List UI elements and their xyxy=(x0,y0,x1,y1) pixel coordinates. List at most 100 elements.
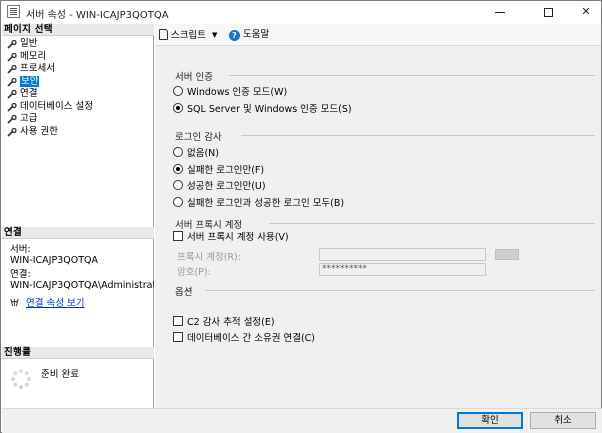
login-audit-title: 로그인 감사 xyxy=(175,132,222,143)
page-item-label: 프로세서 xyxy=(20,63,55,74)
minimize-icon xyxy=(495,11,505,13)
page-item-database-settings[interactable]: 데이터베이스 설정 xyxy=(5,101,153,114)
server-value: WIN-ICAJP3QOTQA xyxy=(10,255,98,266)
option-label: 실패한 로그인과 성공한 로그인 모두(B) xyxy=(187,198,345,209)
connection-info: 서버: WIN-ICAJP3QOTQA 연결: WIN-ICAJP3QOTQA\… xyxy=(10,244,154,291)
wrench-icon xyxy=(7,65,17,74)
connection-properties-icon xyxy=(10,298,19,307)
radio-button[interactable] xyxy=(173,86,183,96)
option-label: SQL Server 및 Windows 인증 모드(S) xyxy=(187,104,352,115)
cross-db-ownership-checkbox[interactable]: 데이터베이스 간 소유권 연결(C) xyxy=(173,332,315,345)
wrench-icon xyxy=(7,40,17,49)
checkbox[interactable] xyxy=(173,316,183,326)
script-icon xyxy=(159,29,168,40)
script-button[interactable]: 스크립트 ▼ xyxy=(159,28,217,42)
wrench-icon xyxy=(7,77,17,87)
enable-proxy-checkbox[interactable]: 서버 프록시 계정 사용(V) xyxy=(173,231,289,244)
progress-status: 준비 완료 xyxy=(41,369,79,380)
option-label: 없음(N) xyxy=(187,148,219,159)
server-auth-title: 서버 인증 xyxy=(175,72,213,83)
title-bar: 서버 속성 - WIN-ICAJP3QOTQA ✕ xyxy=(1,1,601,23)
sql-windows-auth-radio[interactable]: SQL Server 및 Windows 인증 모드(S) xyxy=(173,103,352,116)
audit-successful-radio[interactable]: 성공한 로그인만(U) xyxy=(173,180,266,193)
ok-button[interactable]: 확인 xyxy=(457,412,523,429)
page-item-label: 메모리 xyxy=(20,50,47,62)
page-item-label: 일반 xyxy=(20,38,38,49)
option-label: Windows 인증 모드(W) xyxy=(187,87,288,98)
wrench-icon xyxy=(7,115,17,124)
connection-label: 연결: xyxy=(10,269,31,280)
right-panel: 스크립트 ▼ ? 도움말 서버 인증 Windows 인증 모드(W) SQL Se… xyxy=(155,24,601,408)
dropdown-arrow-icon[interactable]: ▼ xyxy=(212,28,217,42)
option-label: C2 감사 추적 설정(E) xyxy=(187,317,275,328)
spinner-icon xyxy=(11,369,31,389)
options-title: 옵션 xyxy=(175,287,193,298)
app-icon xyxy=(7,5,20,18)
radio-button[interactable] xyxy=(173,164,183,174)
script-label: 스크립트 xyxy=(171,30,206,41)
server-label: 서버: xyxy=(10,244,31,255)
c2-audit-checkbox[interactable]: C2 감사 추적 설정(E) xyxy=(173,316,275,329)
help-label: 도움말 xyxy=(243,29,270,40)
checkbox[interactable] xyxy=(173,231,183,241)
windows-auth-radio[interactable]: Windows 인증 모드(W) xyxy=(173,86,287,99)
help-button[interactable]: ? 도움말 xyxy=(229,28,269,42)
checkbox[interactable] xyxy=(173,332,183,342)
option-label: 성공한 로그인만(U) xyxy=(187,181,266,192)
page-item-label: 연결 xyxy=(20,88,38,99)
page-item-general[interactable]: 일반 xyxy=(5,38,153,51)
proxy-title: 서버 프록시 계정 xyxy=(175,220,243,231)
audit-failed-radio[interactable]: 실패한 로그인만(F) xyxy=(173,164,264,177)
page-item-memory[interactable]: 메모리 xyxy=(5,51,153,64)
audit-none-radio[interactable]: 없음(N) xyxy=(173,147,219,160)
page-item-permissions[interactable]: 사용 권한 xyxy=(5,126,153,139)
page-item-security[interactable]: 보안 xyxy=(5,75,153,89)
minimize-button[interactable] xyxy=(483,1,517,23)
wrench-icon xyxy=(7,90,17,99)
page-item-connections[interactable]: 연결 xyxy=(5,88,153,101)
toolbar: 스크립트 ▼ ? 도움말 xyxy=(155,24,601,46)
window-title: 서버 속성 - WIN-ICAJP3QOTQA xyxy=(26,10,169,21)
left-panel: 페이지 선택 일반 메모리 프로세서 보안 연결 데이터베이스 설정 고급 사용… xyxy=(2,24,154,408)
maximize-button[interactable] xyxy=(531,1,565,23)
page-item-label: 사용 권한 xyxy=(20,125,58,137)
view-connection-properties-link[interactable]: 연결 속성 보기 xyxy=(26,298,84,309)
page-item-advanced[interactable]: 고급 xyxy=(5,113,153,126)
group-divider xyxy=(241,135,595,136)
page-item-label: 고급 xyxy=(20,113,38,124)
proxy-password-label: 암호(P): xyxy=(177,267,211,278)
page-item-processor[interactable]: 프로세서 xyxy=(5,63,153,76)
option-label: 실패한 로그인만(F) xyxy=(187,165,265,176)
view-connection-properties[interactable]: 연결 속성 보기 xyxy=(10,295,85,309)
proxy-account-input[interactable] xyxy=(319,248,486,261)
option-label: 서버 프록시 계정 사용(V) xyxy=(187,232,289,243)
radio-button[interactable] xyxy=(173,180,183,190)
close-button[interactable]: ✕ xyxy=(569,1,602,23)
group-divider xyxy=(269,223,595,224)
page-item-label: 데이터베이스 설정 xyxy=(20,100,93,112)
close-icon: ✕ xyxy=(581,5,591,18)
audit-both-radio[interactable]: 실패한 로그인과 성공한 로그인 모두(B) xyxy=(173,197,344,210)
radio-button[interactable] xyxy=(173,103,183,113)
proxy-account-label: 프록시 계정(R): xyxy=(177,252,241,263)
help-icon: ? xyxy=(229,30,240,41)
option-label: 데이터베이스 간 소유권 연결(C) xyxy=(187,333,315,344)
proxy-account-browse-button[interactable] xyxy=(495,249,519,260)
progress-header: 진행률 xyxy=(2,347,154,359)
group-divider xyxy=(229,75,595,76)
wrench-icon xyxy=(7,52,17,62)
radio-button[interactable] xyxy=(173,197,183,207)
wrench-icon xyxy=(7,102,17,112)
maximize-icon xyxy=(543,7,553,17)
server-properties-dialog: 서버 속성 - WIN-ICAJP3QOTQA ✕ 페이지 선택 일반 메모리 … xyxy=(0,0,602,433)
proxy-password-input[interactable]: ********** xyxy=(319,263,486,276)
cancel-button[interactable]: 취소 xyxy=(530,412,596,429)
button-bar: 확인 취소 xyxy=(2,408,602,433)
connection-header: 연결 xyxy=(2,227,154,239)
page-select-header: 페이지 선택 xyxy=(2,24,154,36)
group-divider xyxy=(205,290,595,291)
page-item-label: 보안 xyxy=(20,75,40,87)
wrench-icon xyxy=(7,127,17,137)
radio-button[interactable] xyxy=(173,147,183,157)
page-list: 일반 메모리 프로세서 보안 연결 데이터베이스 설정 고급 사용 권한 xyxy=(5,38,153,138)
